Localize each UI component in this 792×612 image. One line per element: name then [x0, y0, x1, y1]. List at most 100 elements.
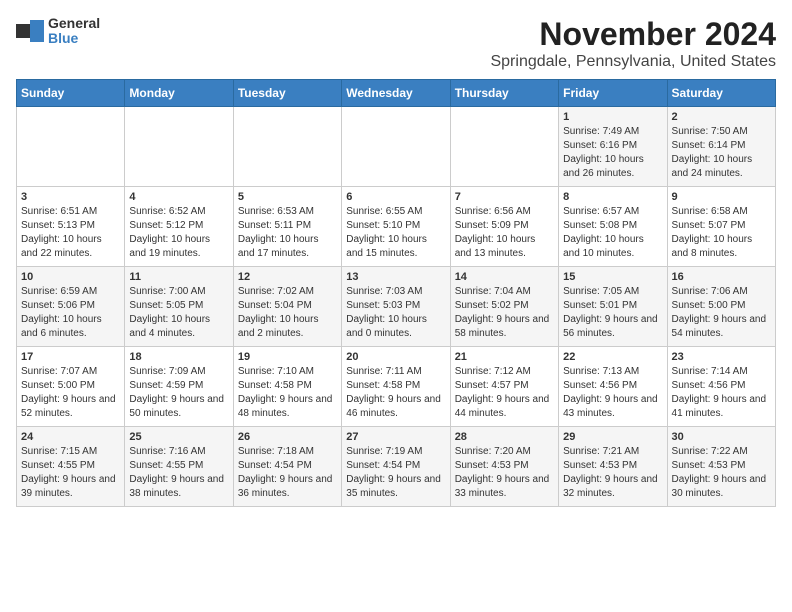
- day-info: Sunrise: 7:02 AM Sunset: 5:04 PM Dayligh…: [238, 285, 337, 341]
- calendar-day-header: Sunday: [17, 80, 125, 107]
- day-number: 7: [455, 191, 554, 203]
- day-info: Sunrise: 7:09 AM Sunset: 4:59 PM Dayligh…: [129, 365, 228, 421]
- calendar-cell: 26Sunrise: 7:18 AM Sunset: 4:54 PM Dayli…: [233, 427, 341, 507]
- day-info: Sunrise: 7:12 AM Sunset: 4:57 PM Dayligh…: [455, 365, 554, 421]
- calendar-cell: 1 Sunrise: 7:49 AM Sunset: 6:16 PM Daylig…: [559, 107, 667, 187]
- day-number: 15: [563, 271, 662, 283]
- day-number: 8: [563, 191, 662, 203]
- calendar-cell: 7 Sunrise: 6:56 AM Sunset: 5:09 PM Daylig…: [450, 187, 558, 267]
- calendar-day-header: Tuesday: [233, 80, 341, 107]
- calendar-day-header: Monday: [125, 80, 233, 107]
- calendar-cell: [450, 107, 558, 187]
- calendar-table: SundayMondayTuesdayWednesdayThursdayFrid…: [16, 79, 776, 507]
- calendar-cell: 22Sunrise: 7:13 AM Sunset: 4:56 PM Dayli…: [559, 347, 667, 427]
- day-info: Sunrise: 6:59 AM Sunset: 5:06 PM Dayligh…: [21, 285, 120, 341]
- calendar-day-header: Wednesday: [342, 80, 450, 107]
- calendar-cell: [233, 107, 341, 187]
- calendar-cell: 25 Sunrise: 7:16 AM Sunset: 4:55 PM Dayli…: [125, 427, 233, 507]
- calendar-cell: 9 Sunrise: 6:58 AM Sunset: 5:07 PM Daylig…: [667, 187, 775, 267]
- calendar-cell: 30 Sunrise: 7:22 AM Sunset: 4:53 PM Dayli…: [667, 427, 775, 507]
- calendar-week-row: 1 Sunrise: 7:49 AM Sunset: 6:16 PM Daylig…: [17, 107, 776, 187]
- day-info: Sunrise: 6:51 AM Sunset: 5:13 PM Dayligh…: [21, 205, 120, 261]
- day-info: Sunrise: 7:50 AM Sunset: 6:14 PM Dayligh…: [672, 125, 771, 181]
- day-number: 1: [563, 111, 662, 123]
- day-info: Sunrise: 7:07 AM Sunset: 5:00 PM Dayligh…: [21, 365, 120, 421]
- calendar-week-row: 17 Sunrise: 7:07 AM Sunset: 5:00 PM Dayli…: [17, 347, 776, 427]
- day-info: Sunrise: 6:53 AM Sunset: 5:11 PM Dayligh…: [238, 205, 337, 261]
- day-number: 10: [21, 271, 120, 283]
- day-info: Sunrise: 7:00 AM Sunset: 5:05 PM Dayligh…: [129, 285, 228, 341]
- day-info: Sunrise: 7:18 AM Sunset: 4:54 PM Dayligh…: [238, 445, 337, 501]
- day-number: 4: [129, 191, 228, 203]
- day-info: Sunrise: 7:11 AM Sunset: 4:58 PM Dayligh…: [346, 365, 445, 421]
- day-info: Sunrise: 7:49 AM Sunset: 6:16 PM Dayligh…: [563, 125, 662, 181]
- day-info: Sunrise: 7:10 AM Sunset: 4:58 PM Dayligh…: [238, 365, 337, 421]
- day-number: 25: [129, 431, 228, 443]
- calendar-cell: 20 Sunrise: 7:11 AM Sunset: 4:58 PM Dayli…: [342, 347, 450, 427]
- day-number: 16: [672, 271, 771, 283]
- day-number: 11: [129, 271, 228, 283]
- calendar-cell: 4 Sunrise: 6:52 AM Sunset: 5:12 PM Daylig…: [125, 187, 233, 267]
- day-number: 20: [346, 351, 445, 363]
- calendar-body: 1 Sunrise: 7:49 AM Sunset: 6:16 PM Daylig…: [17, 107, 776, 507]
- calendar-cell: [17, 107, 125, 187]
- day-info: Sunrise: 6:52 AM Sunset: 5:12 PM Dayligh…: [129, 205, 228, 261]
- calendar-cell: [125, 107, 233, 187]
- day-info: Sunrise: 7:16 AM Sunset: 4:55 PM Dayligh…: [129, 445, 228, 501]
- calendar-day-header: Saturday: [667, 80, 775, 107]
- day-info: Sunrise: 7:22 AM Sunset: 4:53 PM Dayligh…: [672, 445, 771, 501]
- calendar-week-row: 24 Sunrise: 7:15 AM Sunset: 4:55 PM Dayli…: [17, 427, 776, 507]
- logo-blue: Blue: [48, 31, 100, 46]
- logo: General Blue: [16, 16, 100, 47]
- day-number: 24: [21, 431, 120, 443]
- logo-icon: [16, 20, 44, 42]
- calendar-cell: 29 Sunrise: 7:21 AM Sunset: 4:53 PM Dayli…: [559, 427, 667, 507]
- day-number: 19: [238, 351, 337, 363]
- day-number: 27: [346, 431, 445, 443]
- calendar-cell: 12 Sunrise: 7:02 AM Sunset: 5:04 PM Dayli…: [233, 267, 341, 347]
- day-number: 3: [21, 191, 120, 203]
- calendar-cell: 28Sunrise: 7:20 AM Sunset: 4:53 PM Dayli…: [450, 427, 558, 507]
- day-info: Sunrise: 7:15 AM Sunset: 4:55 PM Dayligh…: [21, 445, 120, 501]
- calendar-cell: 13 Sunrise: 7:03 AM Sunset: 5:03 PM Dayli…: [342, 267, 450, 347]
- day-info: Sunrise: 7:13 AM Sunset: 4:56 PM Dayligh…: [563, 365, 662, 421]
- day-number: 12: [238, 271, 337, 283]
- calendar-cell: 23 Sunrise: 7:14 AM Sunset: 4:56 PM Dayli…: [667, 347, 775, 427]
- day-number: 29: [563, 431, 662, 443]
- calendar-cell: 21 Sunrise: 7:12 AM Sunset: 4:57 PM Dayli…: [450, 347, 558, 427]
- calendar-cell: 11 Sunrise: 7:00 AM Sunset: 5:05 PM Dayli…: [125, 267, 233, 347]
- day-info: Sunrise: 7:21 AM Sunset: 4:53 PM Dayligh…: [563, 445, 662, 501]
- calendar-cell: 15Sunrise: 7:05 AM Sunset: 5:01 PM Dayli…: [559, 267, 667, 347]
- calendar-week-row: 10 Sunrise: 6:59 AM Sunset: 5:06 PM Dayli…: [17, 267, 776, 347]
- day-number: 30: [672, 431, 771, 443]
- calendar-cell: [342, 107, 450, 187]
- calendar-cell: 2Sunrise: 7:50 AM Sunset: 6:14 PM Daylig…: [667, 107, 775, 187]
- day-number: 9: [672, 191, 771, 203]
- calendar-cell: 8 Sunrise: 6:57 AM Sunset: 5:08 PM Daylig…: [559, 187, 667, 267]
- calendar-cell: 27 Sunrise: 7:19 AM Sunset: 4:54 PM Dayli…: [342, 427, 450, 507]
- calendar-cell: 14Sunrise: 7:04 AM Sunset: 5:02 PM Dayli…: [450, 267, 558, 347]
- day-info: Sunrise: 7:20 AM Sunset: 4:53 PM Dayligh…: [455, 445, 554, 501]
- day-number: 23: [672, 351, 771, 363]
- header: General Blue November 2024 Springdale, P…: [16, 16, 776, 71]
- day-info: Sunrise: 6:55 AM Sunset: 5:10 PM Dayligh…: [346, 205, 445, 261]
- day-info: Sunrise: 6:56 AM Sunset: 5:09 PM Dayligh…: [455, 205, 554, 261]
- calendar-cell: 5 Sunrise: 6:53 AM Sunset: 5:11 PM Daylig…: [233, 187, 341, 267]
- day-number: 6: [346, 191, 445, 203]
- day-info: Sunrise: 7:14 AM Sunset: 4:56 PM Dayligh…: [672, 365, 771, 421]
- day-number: 5: [238, 191, 337, 203]
- day-number: 13: [346, 271, 445, 283]
- calendar-day-header: Thursday: [450, 80, 558, 107]
- day-info: Sunrise: 7:19 AM Sunset: 4:54 PM Dayligh…: [346, 445, 445, 501]
- day-number: 21: [455, 351, 554, 363]
- day-info: Sunrise: 6:57 AM Sunset: 5:08 PM Dayligh…: [563, 205, 662, 261]
- day-number: 17: [21, 351, 120, 363]
- calendar-cell: 24 Sunrise: 7:15 AM Sunset: 4:55 PM Dayli…: [17, 427, 125, 507]
- day-info: Sunrise: 7:06 AM Sunset: 5:00 PM Dayligh…: [672, 285, 771, 341]
- day-info: Sunrise: 7:03 AM Sunset: 5:03 PM Dayligh…: [346, 285, 445, 341]
- day-info: Sunrise: 6:58 AM Sunset: 5:07 PM Dayligh…: [672, 205, 771, 261]
- calendar-header-row: SundayMondayTuesdayWednesdayThursdayFrid…: [17, 80, 776, 107]
- logo-general: General: [48, 16, 100, 31]
- day-number: 18: [129, 351, 228, 363]
- calendar-day-header: Friday: [559, 80, 667, 107]
